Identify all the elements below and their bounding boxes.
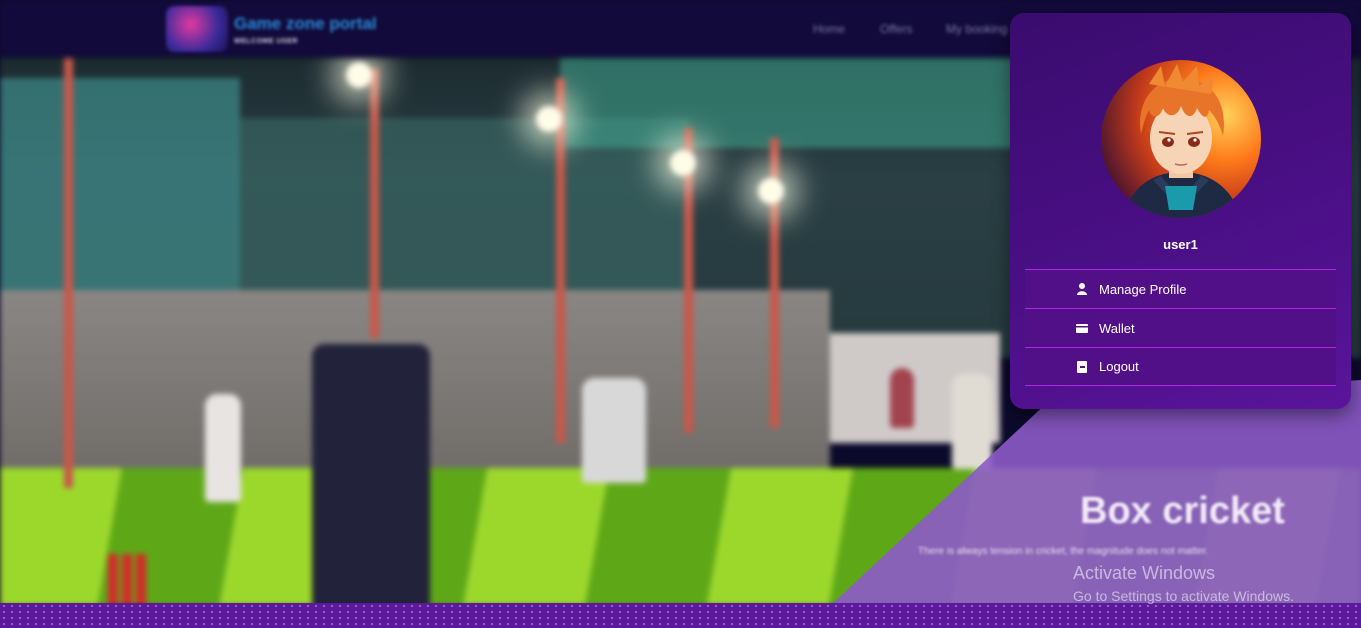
logout-menu-item[interactable]: Logout xyxy=(1025,347,1336,386)
avatar[interactable] xyxy=(1101,60,1261,218)
site-logo[interactable] xyxy=(166,6,228,52)
footer-strip xyxy=(0,603,1361,628)
wallet-icon xyxy=(1075,321,1089,335)
wallet-label: Wallet xyxy=(1099,320,1135,336)
hero-text: There is always tension in cricket, the … xyxy=(918,546,1209,557)
logout-label: Logout xyxy=(1099,359,1139,374)
watermark-subtitle: Go to Settings to activate Windows. xyxy=(1073,588,1294,604)
brand-title[interactable]: Game zone portal xyxy=(234,14,377,34)
profile-dropdown: user1 Manage Profile Wallet Logout xyxy=(1010,13,1351,409)
nav-home[interactable]: Home xyxy=(813,22,845,36)
activate-windows-watermark: Activate Windows Go to Settings to activ… xyxy=(1073,563,1294,604)
brand-subtitle: WELCOME USER xyxy=(234,38,298,45)
logout-icon xyxy=(1075,360,1089,374)
profile-menu-list: Manage Profile Wallet Logout xyxy=(1025,269,1336,386)
nav-offers[interactable]: Offers xyxy=(880,22,912,36)
manage-profile-menu-item[interactable]: Manage Profile xyxy=(1025,269,1336,308)
watermark-title: Activate Windows xyxy=(1073,563,1216,583)
username-label: user1 xyxy=(1163,237,1198,252)
nav-my-booking[interactable]: My booking xyxy=(946,22,1007,36)
avatar-illustration xyxy=(1123,64,1241,218)
hero-title: Box cricket xyxy=(1080,490,1285,532)
user-icon xyxy=(1075,282,1089,296)
wallet-menu-item[interactable]: Wallet xyxy=(1025,308,1336,347)
manage-profile-label: Manage Profile xyxy=(1099,281,1187,297)
